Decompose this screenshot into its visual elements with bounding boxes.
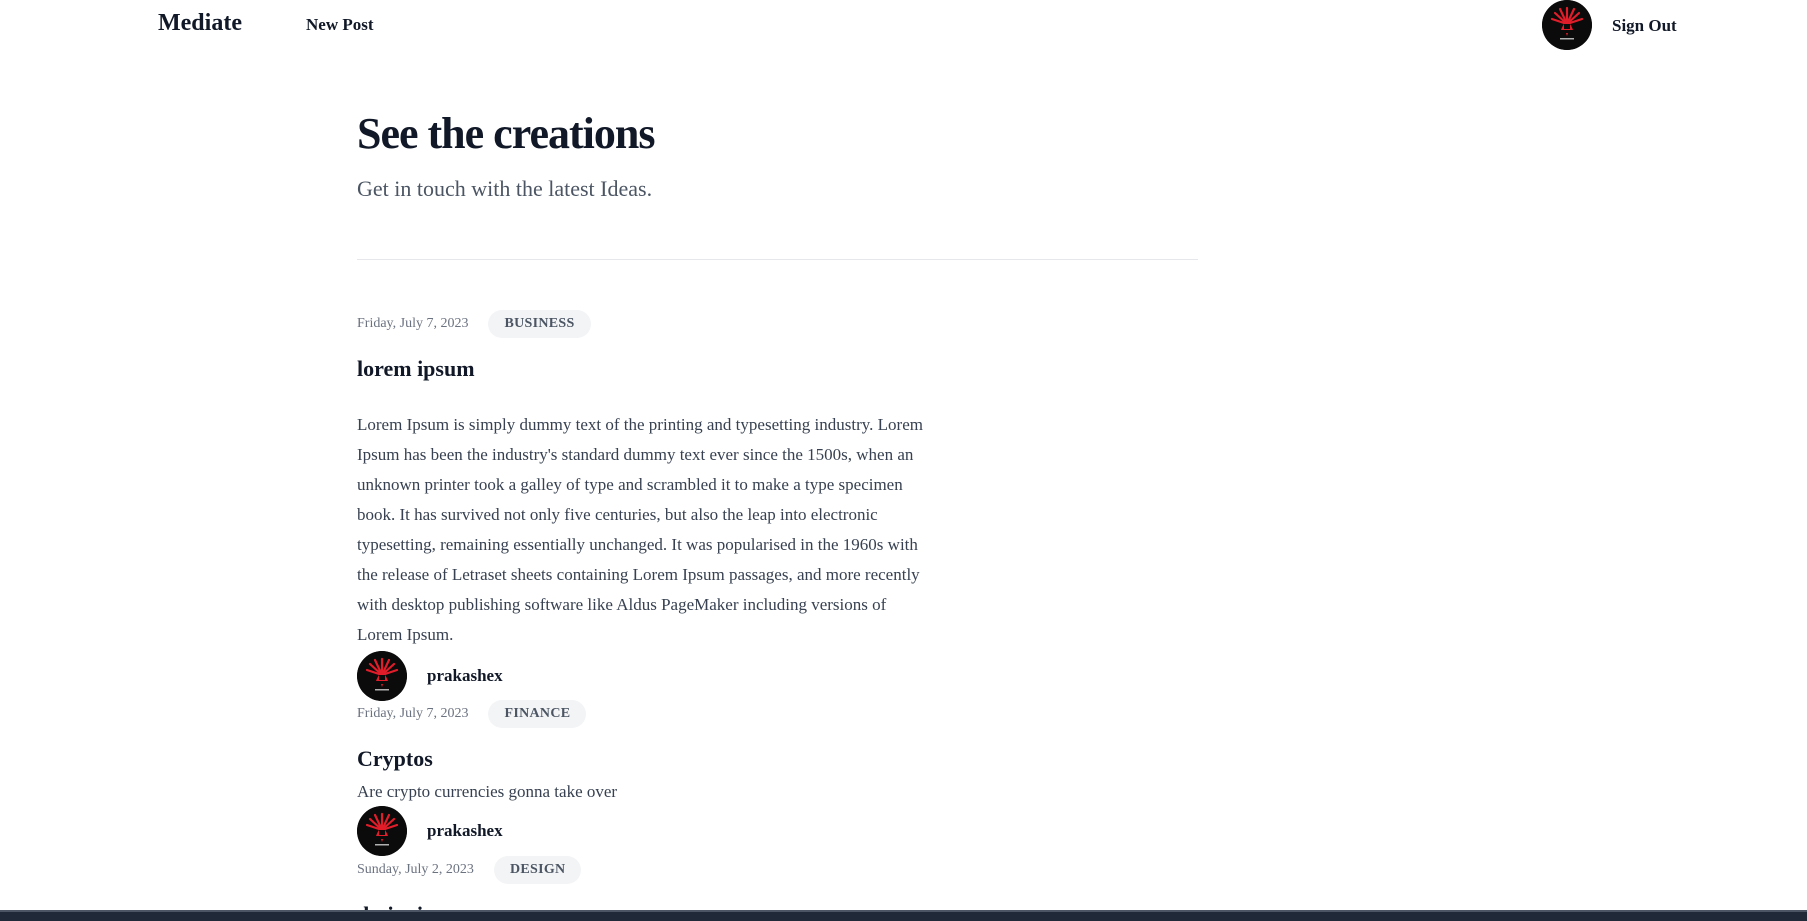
post-date: Friday, July 7, 2023 bbox=[357, 316, 469, 331]
post-title[interactable]: Cryptos bbox=[357, 746, 433, 772]
divider bbox=[357, 259, 1198, 260]
brand-logo[interactable]: Mediate bbox=[158, 10, 242, 37]
post-meta: Friday, July 7, 2023 FINANCE bbox=[357, 700, 587, 728]
author-name: prakashex bbox=[427, 821, 503, 840]
post-meta: Friday, July 7, 2023 BUSINESS bbox=[357, 310, 591, 338]
page-title: See the creations bbox=[357, 109, 655, 158]
author-name: prakashex bbox=[427, 666, 503, 685]
page-subtitle: Get in touch with the latest Ideas. bbox=[357, 176, 653, 201]
new-post-link[interactable]: New Post bbox=[306, 15, 374, 35]
user-avatar-icon[interactable] bbox=[1542, 0, 1592, 50]
post-meta: Sunday, July 2, 2023 DESIGN bbox=[357, 856, 582, 884]
post-body: Lorem Ipsum is simply dummy text of the … bbox=[357, 415, 923, 644]
bottom-bar bbox=[0, 910, 1807, 921]
post-author[interactable]: prakashex bbox=[357, 806, 503, 856]
top-nav: Mediate New Post Sign Out bbox=[0, 0, 1807, 52]
author-avatar-icon bbox=[357, 806, 407, 856]
category-tag[interactable]: BUSINESS bbox=[488, 310, 591, 338]
category-tag[interactable]: FINANCE bbox=[488, 700, 587, 728]
post-date: Sunday, July 2, 2023 bbox=[357, 862, 474, 877]
post-author[interactable]: prakashex bbox=[357, 651, 503, 701]
post-date: Friday, July 7, 2023 bbox=[357, 706, 469, 721]
post-body: Are crypto currencies gonna take over bbox=[357, 782, 618, 801]
category-tag[interactable]: DESIGN bbox=[493, 856, 582, 884]
author-avatar-icon bbox=[357, 651, 407, 701]
sign-out-button[interactable]: Sign Out bbox=[1612, 16, 1677, 36]
post-title[interactable]: lorem ipsum bbox=[357, 356, 475, 382]
